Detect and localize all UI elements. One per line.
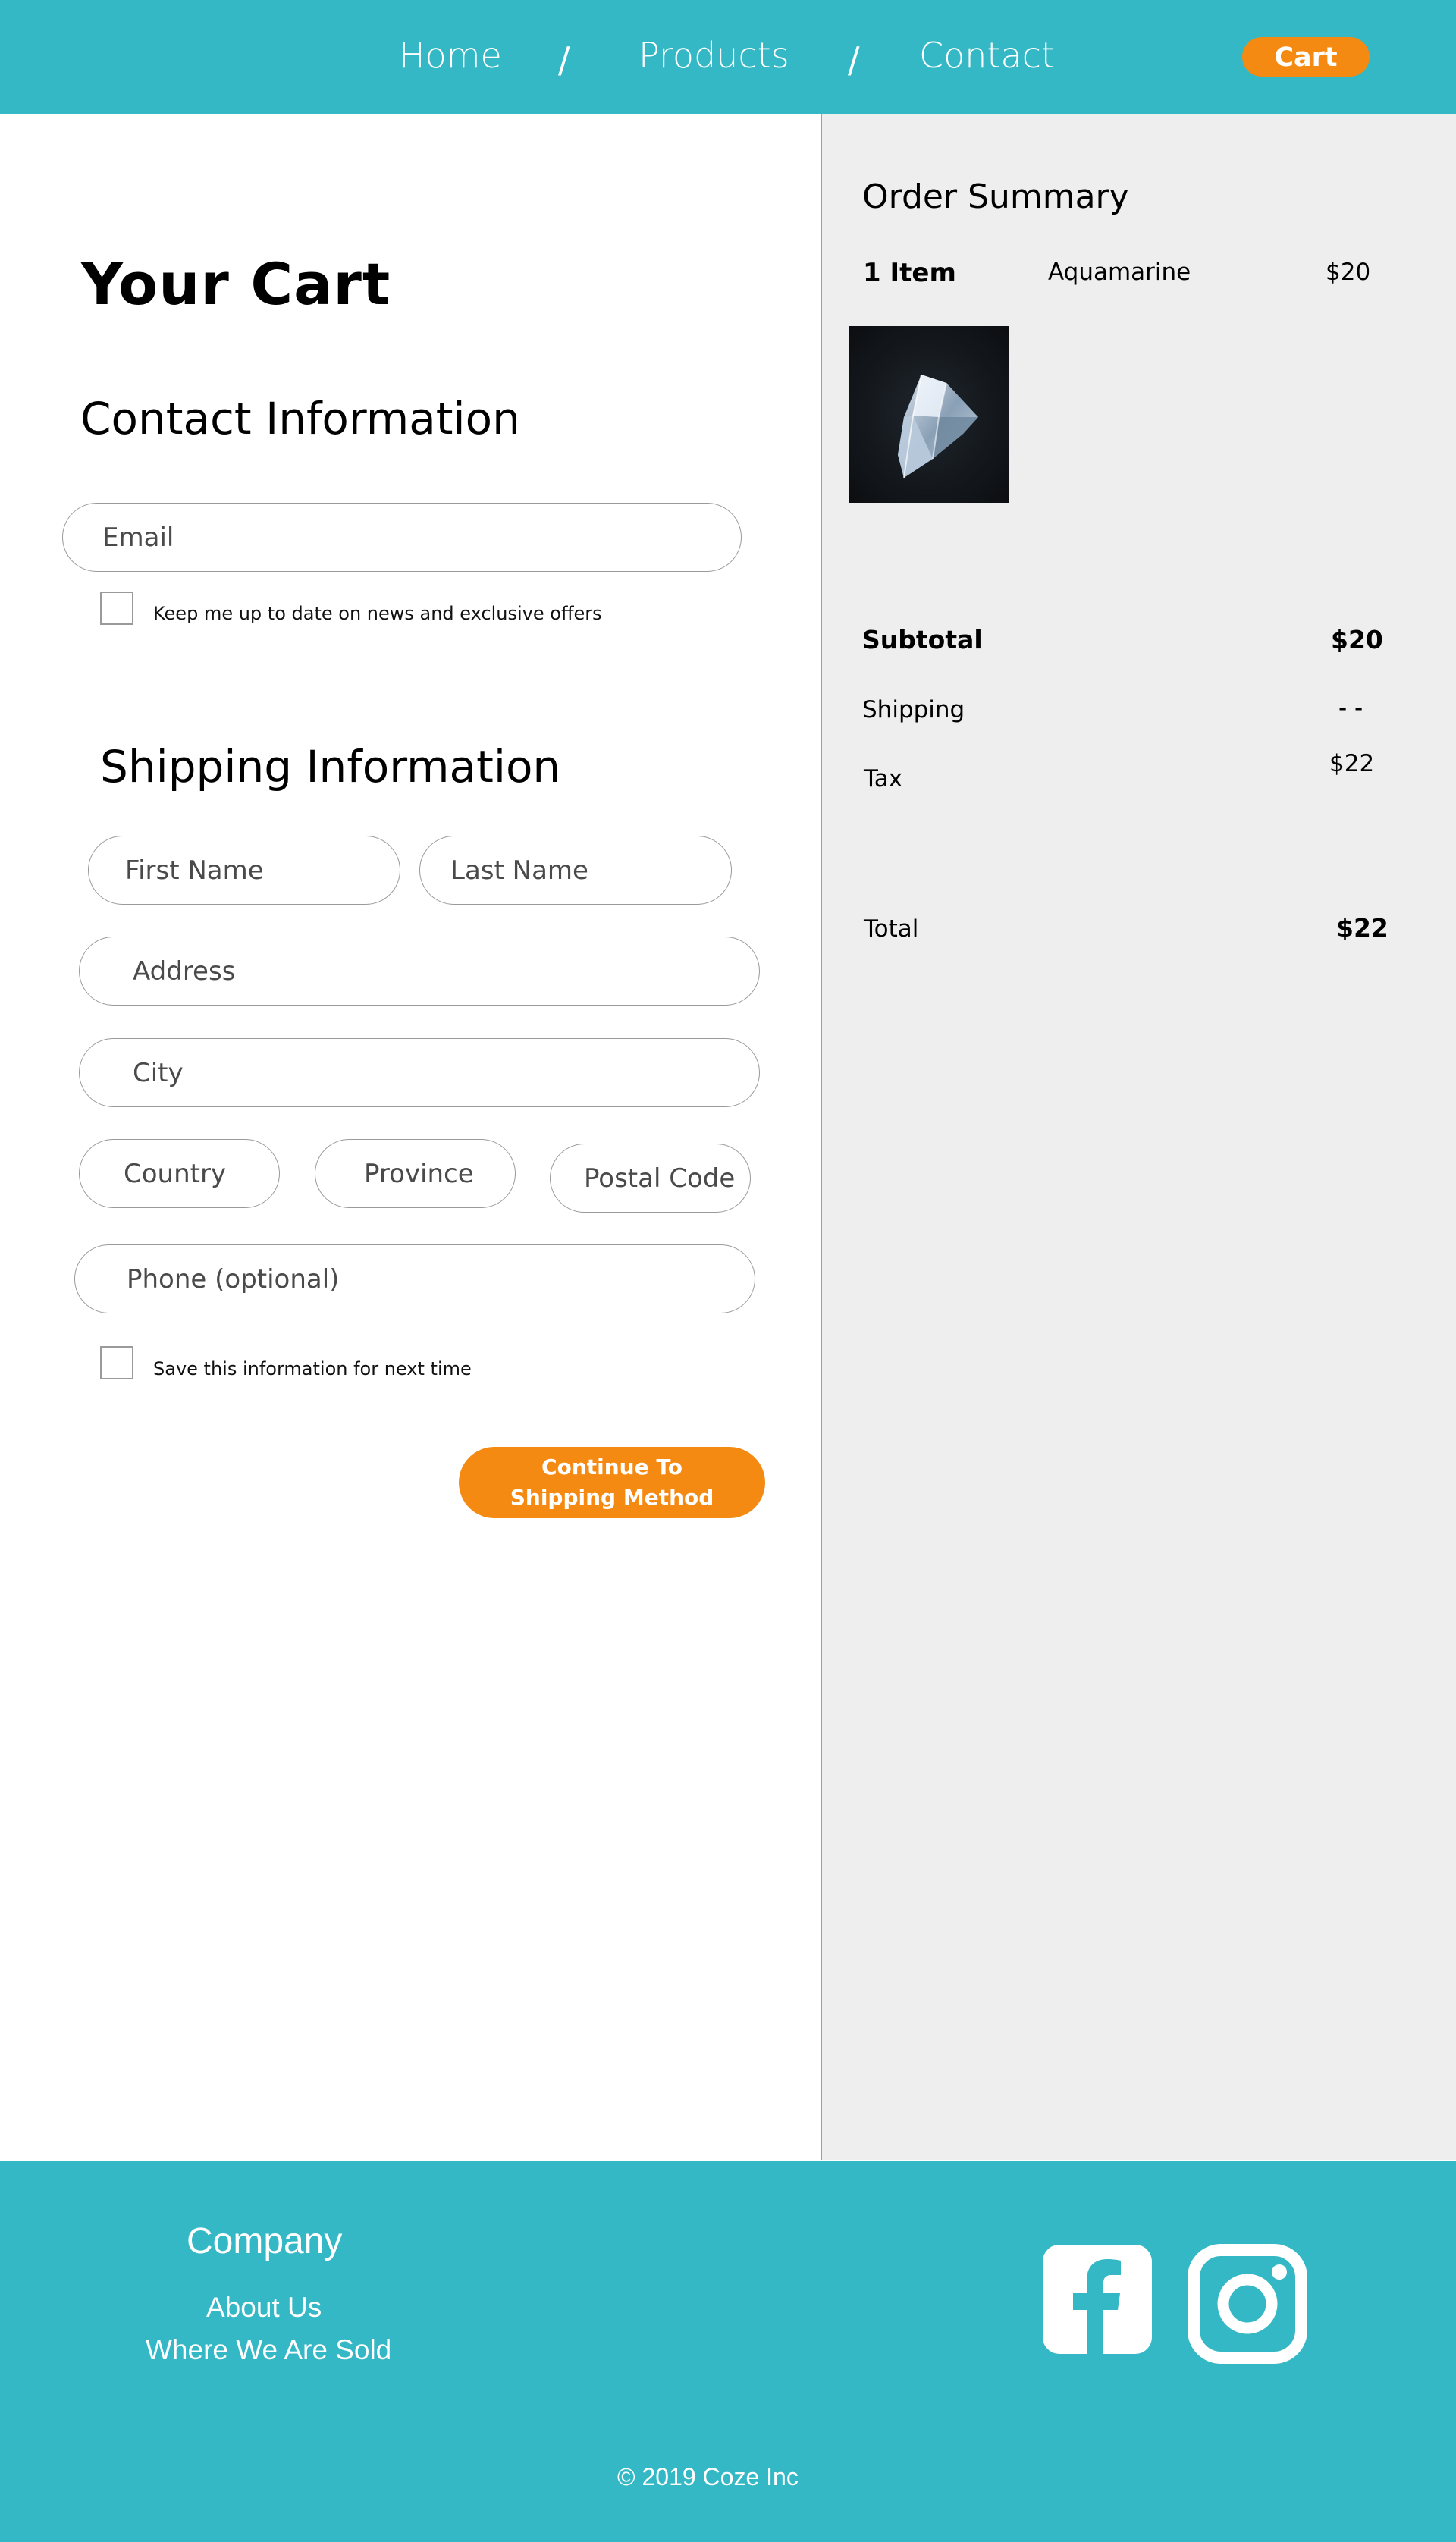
shipping-information-heading: Shipping Information (100, 741, 561, 792)
shipping-label: Shipping (862, 696, 965, 723)
email-field[interactable] (62, 503, 742, 572)
save-info-label: Save this information for next time (153, 1358, 472, 1379)
order-summary-heading: Order Summary (862, 177, 1129, 216)
country-field[interactable] (79, 1139, 280, 1208)
item-price: $20 (1326, 259, 1371, 286)
tax-label: Tax (864, 765, 903, 792)
footer-where-sold-link[interactable]: Where We Are Sold (146, 2334, 391, 2366)
newsletter-label: Keep me up to date on news and exclusive… (153, 603, 602, 624)
nav-home-link[interactable]: Home (399, 35, 502, 76)
footer-company-heading: Company (187, 2221, 343, 2261)
cart-button[interactable]: Cart (1242, 37, 1370, 77)
footer-about-us-link[interactable]: About Us (206, 2292, 322, 2324)
facebook-icon[interactable] (1041, 2243, 1153, 2355)
contact-information-heading: Contact Information (80, 393, 520, 444)
phone-field[interactable] (74, 1244, 755, 1313)
item-name: Aquamarine (1048, 259, 1191, 286)
last-name-field[interactable] (419, 836, 732, 905)
item-count: 1 Item (863, 258, 956, 288)
site-header: Home / Products / Contact Cart (0, 0, 1456, 114)
subtotal-value: $20 (1331, 625, 1383, 654)
page-title: Your Cart (81, 250, 391, 318)
gemstone-icon (849, 326, 1009, 503)
aquamarine-product-image (849, 326, 1009, 503)
subtotal-label: Subtotal (862, 625, 983, 654)
copyright-text: © 2019 Coze Inc (617, 2463, 799, 2490)
tax-value: $22 (1329, 750, 1375, 777)
shipping-value: - - (1338, 695, 1363, 722)
nav-products-link[interactable]: Products (639, 35, 789, 76)
first-name-field[interactable] (88, 836, 400, 905)
continue-button-line-1: Continue To (541, 1455, 682, 1480)
continue-button-line-2: Shipping Method (510, 1485, 714, 1510)
address-field[interactable] (79, 937, 760, 1006)
nav-separator: / (558, 39, 570, 80)
save-info-checkbox[interactable] (100, 1346, 133, 1379)
postal-code-field[interactable] (550, 1144, 751, 1213)
continue-to-shipping-button[interactable]: Continue To Shipping Method (459, 1447, 765, 1518)
total-value: $22 (1336, 913, 1389, 943)
province-field[interactable] (315, 1139, 516, 1208)
total-label: Total (864, 915, 919, 943)
city-field[interactable] (79, 1038, 760, 1107)
instagram-icon[interactable] (1187, 2243, 1308, 2365)
nav-separator: / (848, 39, 860, 80)
nav-contact-link[interactable]: Contact (919, 35, 1055, 76)
newsletter-checkbox[interactable] (100, 592, 133, 625)
